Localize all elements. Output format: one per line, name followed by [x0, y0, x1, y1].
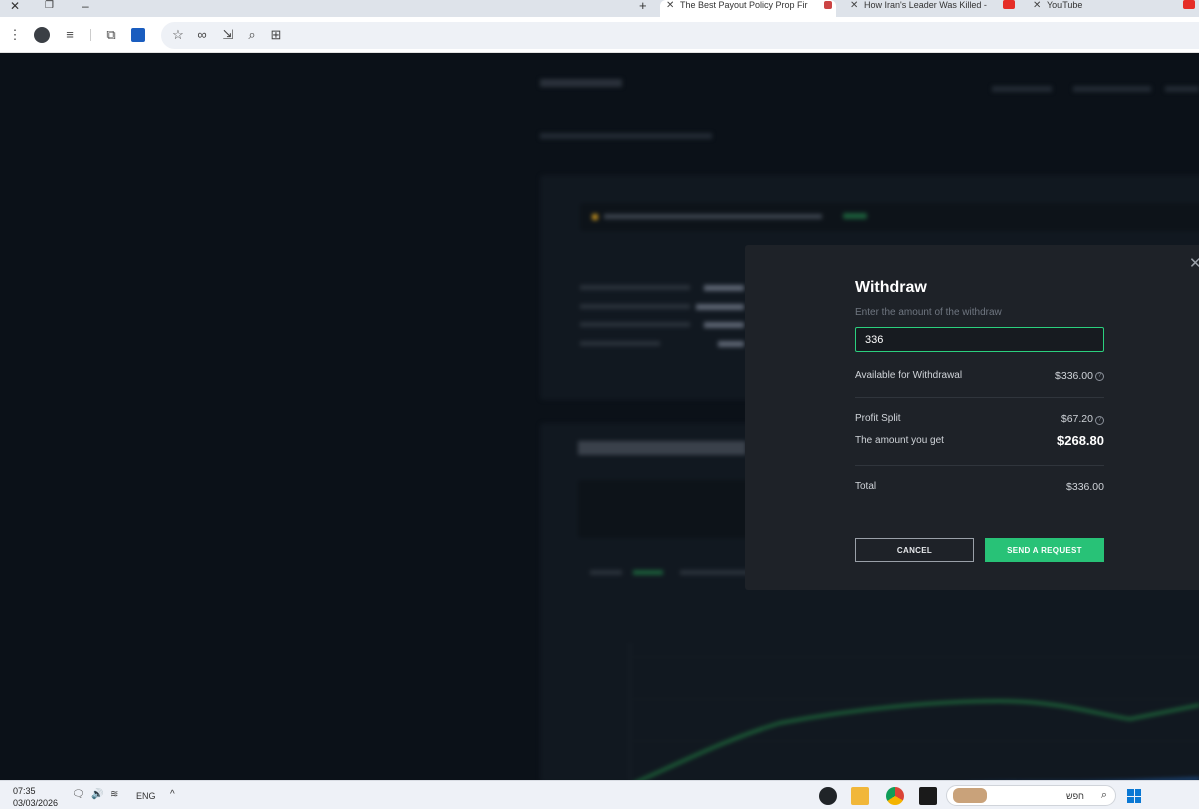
modal-subtitle: Enter the amount of the withdraw — [855, 307, 1002, 318]
tab-prop-firm[interactable]: ✕ The Best Payout Policy Prop Fir — [660, 0, 836, 17]
account-selector — [580, 203, 1199, 231]
extension-app-icon[interactable] — [131, 28, 145, 42]
stat-label — [580, 304, 690, 309]
toolbar-divider — [90, 29, 91, 41]
tab-youtube[interactable]: ✕ YouTube — [1027, 0, 1199, 17]
extensions-icon[interactable]: ⧉ — [102, 26, 120, 44]
tab-close-icon[interactable]: ✕ — [666, 1, 680, 11]
send-request-button[interactable]: SEND A REQUEST — [985, 538, 1104, 562]
modal-title: Withdraw — [855, 279, 927, 296]
stat-label — [580, 322, 690, 327]
nav-link — [1073, 86, 1151, 92]
legend-item — [633, 570, 663, 575]
browser-toolbar: ⋮ ≡ ⧉ ☆ ∞ ⇲ ⌕ ⊞ — [0, 17, 1199, 53]
chat-icon[interactable]: 🗨 — [72, 789, 85, 800]
windows-start-icon[interactable] — [1127, 789, 1141, 803]
tab-close-icon[interactable]: ✕ — [1033, 1, 1047, 11]
cancel-button[interactable]: CANCEL — [855, 538, 974, 562]
os-taskbar: 07:35 03/03/2026 🗨 🔊 ≋ ENG ^ ⌕ חפש — [0, 780, 1199, 809]
stat-value — [718, 341, 744, 347]
site-favicon-icon — [824, 1, 832, 9]
help-icon[interactable]: ? — [1095, 416, 1104, 425]
search-highlight-image — [953, 788, 987, 803]
youtube-favicon-icon — [1003, 0, 1015, 9]
bookmark-star-icon[interactable]: ☆ — [169, 26, 187, 44]
profile-avatar-icon[interactable] — [34, 27, 50, 43]
available-value: $336.00 — [1055, 370, 1093, 382]
chrome-app-icon[interactable] — [886, 787, 904, 805]
chevron-up-icon[interactable]: ^ — [170, 789, 175, 800]
tab-title: YouTube — [1047, 0, 1083, 10]
divider — [855, 465, 1104, 466]
taskbar-search[interactable]: ⌕ — [946, 785, 1116, 806]
help-icon[interactable]: ? — [1095, 372, 1104, 381]
stat-label — [580, 341, 660, 346]
site-logo — [540, 79, 622, 87]
stat-label — [580, 285, 690, 290]
profit-split-value: $67.20 — [1060, 413, 1093, 425]
stat-value — [696, 304, 744, 310]
balance-chart — [629, 643, 1199, 780]
total-value: $336.00 — [1066, 481, 1104, 493]
nav-link — [1165, 86, 1199, 92]
account-badge-icon — [592, 214, 598, 220]
browser-tab-bar: ✕ ❐ – + ✕ The Best Payout Policy Prop Fir… — [0, 0, 1199, 17]
translate-icon[interactable]: ⊞ — [267, 26, 285, 44]
minimize-window-icon[interactable]: – — [82, 0, 89, 17]
close-window-icon[interactable]: ✕ — [10, 0, 20, 17]
obs-app-icon[interactable] — [819, 787, 837, 805]
withdraw-modal: ✕ Withdraw Enter the amount of the withd… — [745, 245, 1199, 590]
terminal-app-icon[interactable] — [919, 787, 937, 805]
status-badge — [843, 213, 867, 219]
divider — [855, 397, 1104, 398]
zoom-icon[interactable]: ⌕ — [243, 26, 261, 44]
tab-iran-news[interactable]: ✕ How Iran's Leader Was Killed - — [844, 0, 1019, 17]
clock-time[interactable]: 07:35 — [13, 786, 36, 796]
restore-window-icon[interactable]: ❐ — [45, 0, 54, 17]
chart-card-title — [578, 441, 746, 455]
tab-close-icon[interactable]: ✕ — [850, 1, 864, 11]
legend-item — [680, 570, 750, 575]
new-tab-icon[interactable]: + — [639, 0, 647, 17]
stat-value — [704, 322, 744, 328]
clock-date[interactable]: 03/03/2026 — [13, 798, 58, 808]
close-icon[interactable]: ✕ — [1189, 254, 1199, 272]
search-icon: ⌕ — [1100, 789, 1107, 801]
file-explorer-icon[interactable] — [851, 787, 869, 805]
glasses-icon[interactable]: ∞ — [193, 26, 211, 44]
amount-get-value: $268.80 — [1057, 433, 1104, 448]
nav-link — [992, 86, 1052, 92]
reading-list-icon[interactable]: ≡ — [61, 26, 79, 44]
tab-title: The Best Payout Policy Prop Fir — [680, 0, 808, 10]
address-bar[interactable]: ☆ ∞ ⇲ ⌕ ⊞ — [161, 22, 1199, 49]
wifi-icon[interactable]: ≋ — [110, 789, 118, 800]
install-app-icon[interactable]: ⇲ — [219, 26, 237, 44]
stat-value — [704, 285, 744, 291]
available-label: Available for Withdrawal — [855, 370, 963, 381]
tab-title: How Iran's Leader Was Killed - — [864, 0, 987, 10]
amount-get-label: The amount you get — [855, 435, 944, 446]
search-placeholder: חפש — [1066, 791, 1084, 801]
breadcrumb — [540, 133, 712, 139]
total-label: Total — [855, 481, 877, 492]
volume-icon[interactable]: 🔊 — [91, 789, 103, 800]
legend-item — [590, 570, 622, 575]
account-name — [604, 214, 822, 219]
youtube-favicon-icon — [1183, 0, 1195, 9]
withdraw-amount-input[interactable] — [855, 327, 1104, 352]
profit-split-label: Profit Split — [855, 413, 901, 424]
menu-kebab-icon[interactable]: ⋮ — [6, 26, 24, 44]
language-indicator[interactable]: ENG — [136, 791, 156, 801]
background-dashboard: ✕ Withdraw Enter the amount of the withd… — [0, 53, 1199, 780]
